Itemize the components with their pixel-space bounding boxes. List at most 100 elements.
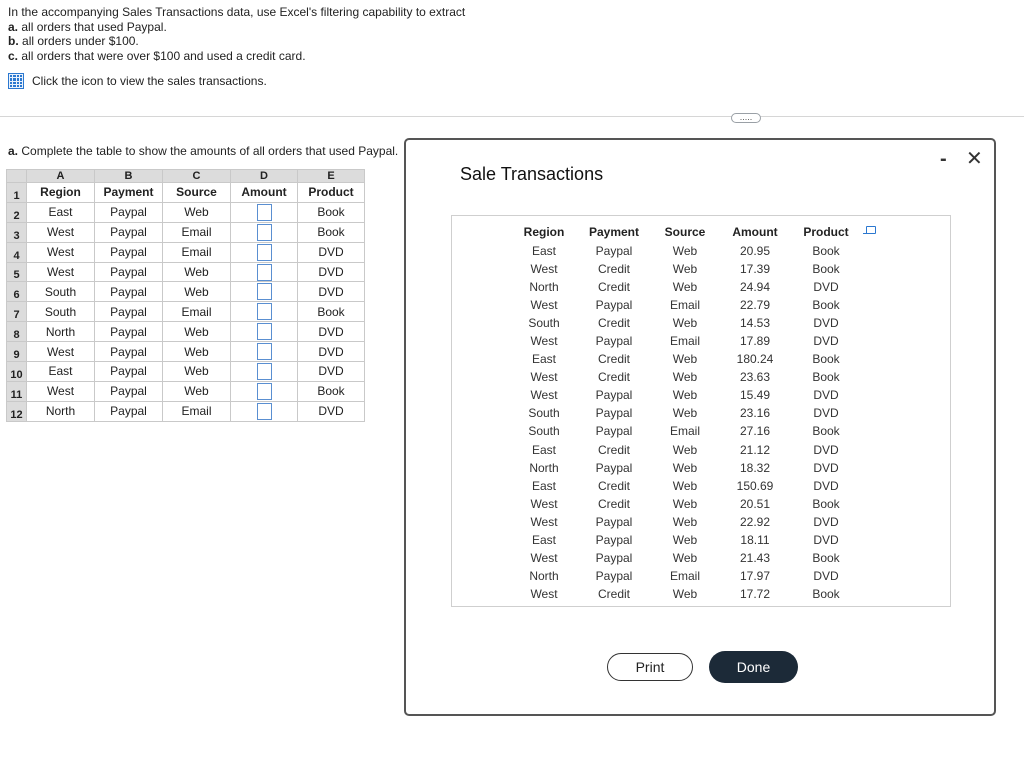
tx-amount: 17.39 bbox=[739, 262, 771, 277]
tx-amount: 150.69 bbox=[736, 478, 774, 493]
cell-product: DVD bbox=[297, 361, 365, 382]
sheet-header-row: 1 Region Payment Source Amount Product bbox=[6, 182, 365, 203]
question-item-a: a. all orders that used Paypal. bbox=[8, 20, 465, 35]
more-button[interactable]: ..... bbox=[731, 113, 761, 123]
tx-product: DVD bbox=[813, 442, 839, 457]
cell-amount bbox=[230, 341, 298, 363]
view-transactions-link[interactable]: Click the icon to view the sales transac… bbox=[8, 73, 267, 89]
amount-input[interactable] bbox=[256, 362, 272, 380]
amount-input[interactable] bbox=[256, 203, 272, 221]
cell-product: DVD bbox=[297, 321, 365, 343]
tx-product: DVD bbox=[813, 532, 839, 547]
print-button[interactable]: Print bbox=[607, 653, 693, 681]
cell-amount bbox=[230, 400, 298, 422]
tx-region: West bbox=[530, 262, 558, 277]
transaction-row: South Paypal Email 27.16 Book bbox=[514, 422, 858, 440]
minimize-icon[interactable]: - bbox=[940, 148, 947, 171]
copy-icon[interactable] bbox=[863, 226, 876, 234]
tx-product: DVD bbox=[813, 460, 839, 475]
amount-input[interactable] bbox=[256, 283, 272, 301]
row-number: 6 bbox=[6, 281, 27, 303]
tx-region: East bbox=[531, 244, 556, 259]
sheet-corner bbox=[6, 169, 27, 183]
amount-input[interactable] bbox=[256, 223, 272, 241]
transaction-row: West Credit Web 20.51 Book bbox=[514, 495, 858, 513]
tx-source: Web bbox=[672, 478, 698, 493]
cell-source: Web bbox=[162, 201, 231, 223]
spreadsheet-icon[interactable] bbox=[8, 73, 24, 89]
transaction-row: East Paypal Web 20.95 Book bbox=[514, 242, 858, 260]
tx-region: North bbox=[529, 568, 559, 583]
cell-amount bbox=[230, 321, 298, 343]
col-letter-c: C bbox=[162, 169, 231, 183]
amount-input[interactable] bbox=[256, 382, 272, 400]
cell-product: Book bbox=[297, 380, 365, 402]
tx-product: Book bbox=[812, 352, 840, 367]
close-icon[interactable]: ✕ bbox=[966, 146, 983, 171]
tx-payment: Credit bbox=[597, 352, 630, 367]
amount-input[interactable] bbox=[256, 343, 272, 361]
tx-payment: Paypal bbox=[595, 460, 633, 475]
header-source: Source bbox=[162, 182, 231, 203]
transaction-row: West Paypal Email 22.79 Book bbox=[514, 296, 858, 314]
tx-region: East bbox=[531, 442, 556, 457]
cell-payment: Paypal bbox=[94, 341, 163, 363]
tx-payment: Credit bbox=[597, 478, 630, 493]
tx-source: Web bbox=[672, 352, 698, 367]
cell-amount bbox=[230, 380, 298, 402]
tx-source: Web bbox=[672, 442, 698, 457]
tx-payment: Credit bbox=[597, 262, 630, 277]
tx-product: Book bbox=[812, 424, 840, 439]
tx-payment: Paypal bbox=[595, 550, 633, 565]
row-number: 2 bbox=[6, 201, 27, 223]
cell-payment: Paypal bbox=[94, 201, 163, 223]
sheet-row: 7 South Paypal Email Book bbox=[6, 301, 365, 323]
transactions-header-row: Region Payment Source Amount Product bbox=[514, 222, 858, 242]
tx-region: West bbox=[530, 370, 558, 385]
tx-amount: 27.16 bbox=[739, 424, 771, 439]
tx-source: Email bbox=[669, 334, 700, 349]
tx-amount: 22.79 bbox=[739, 298, 771, 313]
question-item-b: b. all orders under $100. bbox=[8, 34, 465, 49]
cell-payment: Paypal bbox=[94, 301, 163, 323]
sheet-row: 9 West Paypal Web DVD bbox=[6, 341, 365, 363]
tx-amount: 17.72 bbox=[739, 586, 771, 601]
amount-input[interactable] bbox=[256, 323, 272, 341]
tx-amount: 22.92 bbox=[739, 514, 771, 529]
col-letter-b: B bbox=[94, 169, 163, 183]
amount-input[interactable] bbox=[256, 243, 272, 261]
sheet-row: 6 South Paypal Web DVD bbox=[6, 281, 365, 303]
amount-input[interactable] bbox=[256, 263, 272, 281]
cell-amount bbox=[230, 281, 298, 303]
tx-product: DVD bbox=[813, 406, 839, 421]
cell-region: East bbox=[26, 201, 95, 223]
cell-product: Book bbox=[297, 201, 365, 223]
col-letter-a: A bbox=[26, 169, 95, 183]
tx-product: Book bbox=[812, 496, 840, 511]
cell-payment: Paypal bbox=[94, 261, 163, 283]
amount-input[interactable] bbox=[256, 402, 272, 420]
cell-region: East bbox=[26, 361, 95, 382]
sheet-row: 11 West Paypal Web Book bbox=[6, 380, 365, 402]
cell-region: West bbox=[26, 241, 95, 263]
item-text: all orders under $100. bbox=[22, 34, 139, 48]
cell-amount bbox=[230, 201, 298, 223]
tx-amount: 18.11 bbox=[740, 532, 770, 547]
cell-source: Email bbox=[162, 301, 231, 323]
amount-input[interactable] bbox=[256, 303, 272, 321]
dialog-title: Sale Transactions bbox=[460, 164, 604, 184]
tx-payment: Paypal bbox=[595, 388, 633, 403]
cell-source: Email bbox=[162, 400, 231, 422]
cell-payment: Paypal bbox=[94, 380, 163, 402]
cell-product: DVD bbox=[297, 261, 365, 283]
tx-product: DVD bbox=[813, 334, 839, 349]
cell-source: Email bbox=[162, 221, 231, 243]
tx-region: West bbox=[530, 586, 558, 601]
transaction-row: West Paypal Email 17.89 DVD bbox=[514, 332, 858, 350]
cell-payment: Paypal bbox=[94, 321, 163, 343]
question-item-c: c. all orders that were over $100 and us… bbox=[8, 49, 465, 64]
cell-source: Web bbox=[162, 361, 231, 382]
cell-source: Web bbox=[162, 380, 231, 402]
row-number: 11 bbox=[6, 380, 27, 402]
done-button[interactable]: Done bbox=[709, 651, 798, 683]
